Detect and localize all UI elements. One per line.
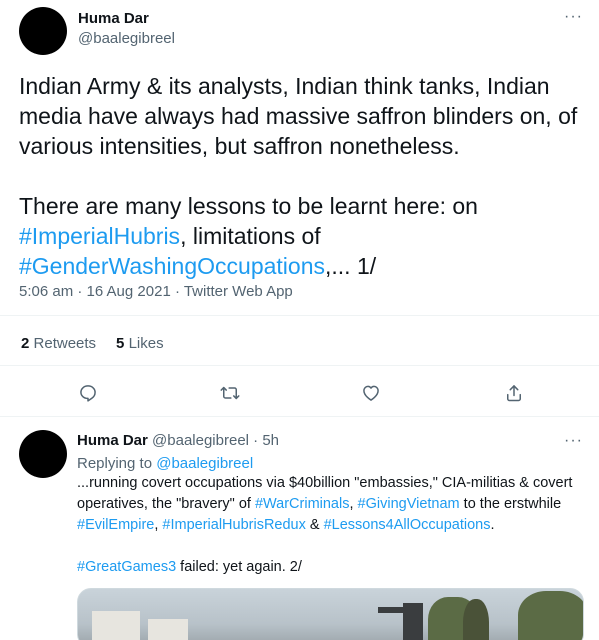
reply-author-name[interactable]: Huma Dar xyxy=(77,432,148,449)
text-segment: , limitations of xyxy=(180,223,321,249)
replying-handle-link[interactable]: @baalegibreel xyxy=(156,455,253,472)
share-icon xyxy=(507,385,521,402)
retweets-count: 2 xyxy=(21,335,30,352)
tweet-text: Indian Army & its analysts, Indian think… xyxy=(19,71,584,281)
author-name[interactable]: Huma Dar xyxy=(78,10,149,27)
likes-stat[interactable]: 5 Likes xyxy=(116,335,164,352)
retweet-icon xyxy=(220,386,240,400)
reply-button[interactable] xyxy=(77,382,99,404)
text-segment: . xyxy=(490,517,495,533)
text-segment: & xyxy=(305,517,324,533)
reply-text: ...running covert occupations via $40bil… xyxy=(77,473,587,578)
text-segment: Indian Army & its analysts, Indian think… xyxy=(19,73,578,219)
separator: · xyxy=(253,432,259,449)
reply-author-handle[interactable]: @baalegibreel xyxy=(152,432,249,449)
author-handle[interactable]: @baalegibreel xyxy=(78,30,175,47)
divider xyxy=(0,416,599,417)
text-segment: ,... 1/ xyxy=(325,253,377,279)
hashtag-link[interactable]: #ImperialHubrisRedux xyxy=(162,517,305,533)
engagement-stats: 2 Retweets 5 Likes xyxy=(21,335,164,352)
author-avatar[interactable] xyxy=(19,7,67,55)
more-options-icon[interactable]: ··· xyxy=(564,433,583,449)
more-options-icon[interactable]: ··· xyxy=(564,9,583,25)
replying-to: Replying to @baalegibreel xyxy=(77,455,253,472)
reply-author-avatar[interactable] xyxy=(19,430,67,478)
text-segment: , xyxy=(349,496,358,512)
like-button[interactable] xyxy=(360,382,382,404)
media-image[interactable] xyxy=(77,588,584,640)
likes-count: 5 xyxy=(116,335,125,352)
replying-label: Replying to xyxy=(77,455,153,472)
divider xyxy=(0,365,599,366)
divider xyxy=(0,315,599,316)
retweets-label: Retweets xyxy=(33,335,97,352)
text-segment: failed: yet again. 2/ xyxy=(176,559,302,575)
hashtag-link[interactable]: #WarCriminals xyxy=(255,496,350,512)
hashtag-link[interactable]: #GenderWashingOccupations xyxy=(19,253,325,279)
hashtag-link[interactable]: #GreatGames3 xyxy=(77,559,176,575)
text-segment: to the erstwhile xyxy=(459,496,566,512)
retweet-button[interactable] xyxy=(219,382,241,404)
share-button[interactable] xyxy=(503,382,525,404)
reply-icon xyxy=(80,385,96,402)
reply-time[interactable]: 5h xyxy=(262,432,279,449)
retweets-stat[interactable]: 2 Retweets xyxy=(21,335,96,352)
hashtag-link[interactable]: #EvilEmpire xyxy=(77,517,154,533)
reply-header: Huma Dar @baalegibreel · 5h xyxy=(77,432,279,449)
hashtag-link[interactable]: #Lessons4AllOccupations xyxy=(324,517,491,533)
hashtag-link[interactable]: #GivingVietnam xyxy=(358,496,460,512)
tweet-timestamp[interactable]: 5:06 am · 16 Aug 2021 · Twitter Web App xyxy=(19,283,293,300)
likes-label: Likes xyxy=(128,335,164,352)
like-icon xyxy=(363,385,379,401)
hashtag-link[interactable]: #ImperialHubris xyxy=(19,223,180,249)
